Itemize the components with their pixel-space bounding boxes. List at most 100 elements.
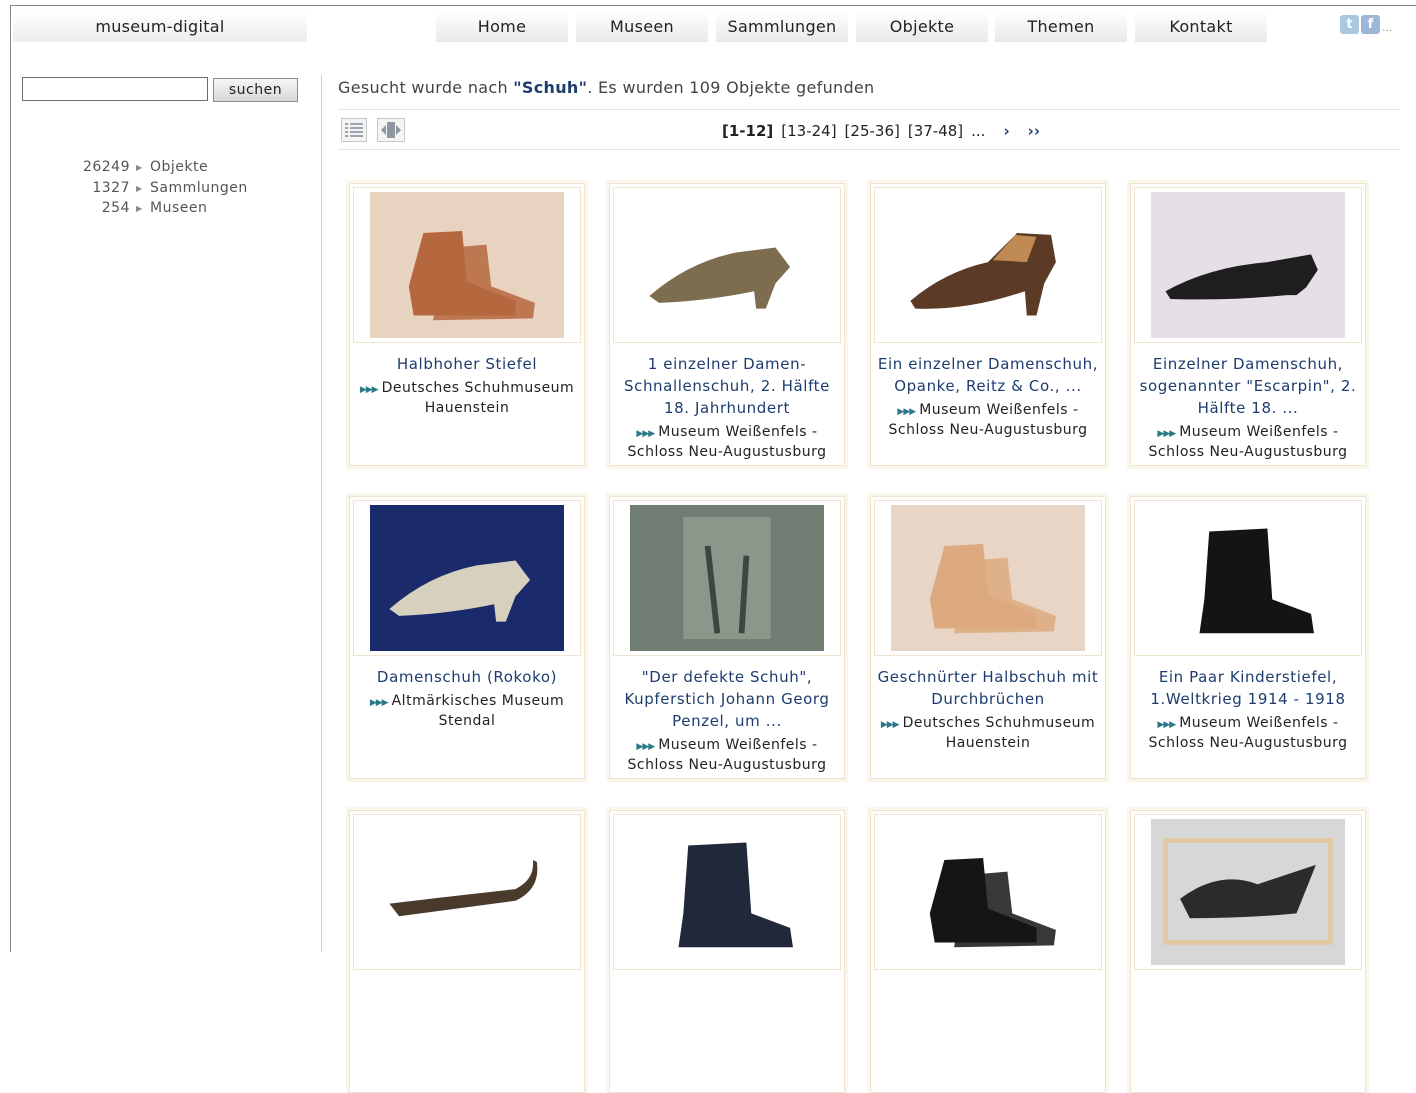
triple-arrow-icon: ▶▶▶ [636,429,655,439]
object-museum-link[interactable]: ▶▶▶ Museum Weißenfels - Schloss Neu-Augus… [616,736,838,774]
object-thumbnail[interactable] [874,500,1102,656]
object-title-link[interactable]: 1 einzelner Damen-Schnallenschuh, 2. Häl… [614,353,840,419]
object-museum-link[interactable]: ▶▶▶ Museum Weißenfels - Schloss Neu-Augus… [1137,714,1359,752]
facebook-icon[interactable]: f [1361,15,1380,34]
object-photo [370,505,564,651]
object-photo [891,819,1085,965]
object-title-link[interactable]: "Der defekte Schuh", Kupferstich Johann … [614,666,840,732]
museum-name: Museum Weißenfels - Schloss Neu-Augustus… [1148,715,1348,751]
object-photo [370,192,564,338]
object-museum-link[interactable]: ▶▶▶ Deutsches Schuhmuseum Hauenstein [356,379,578,417]
object-thumbnail[interactable] [353,814,581,970]
separator [338,149,1400,150]
nav-themen[interactable]: Themen [995,12,1127,42]
result-prefix: Gesucht wurde nach [338,78,514,97]
object-photo [630,192,824,338]
object-thumbnail[interactable] [1134,187,1362,343]
object-museum-link[interactable]: ▶▶▶ Altmärkisches Museum Stendal [356,692,578,730]
triple-arrow-icon: ▶▶▶ [897,407,916,417]
nav-kontakt[interactable]: Kontakt [1135,12,1267,42]
nav-museen[interactable]: Museen [576,12,708,42]
stat-link-museen[interactable]: Museen [150,200,207,216]
object-thumbnail[interactable] [874,814,1102,970]
object-photo [1151,505,1345,651]
object-museum-link[interactable]: ▶▶▶ Museum Weißenfels - Schloss Neu-Augus… [616,423,838,461]
triangle-right-icon: ▶ [136,184,143,193]
triple-arrow-icon: ▶▶▶ [369,698,389,708]
twitter-icon[interactable]: t [1340,15,1359,34]
triple-arrow-icon: ▶▶▶ [880,720,900,730]
object-title-link[interactable]: Ein einzelner Damenschuh, Opanke, Reitz … [875,353,1101,397]
triangle-right-icon: ▶ [136,163,143,172]
object-card[interactable]: "Der defekte Schuh", Kupferstich Johann … [609,496,845,779]
museum-name: Museum Weißenfels - Schloss Neu-Augustus… [627,424,827,460]
result-summary: Gesucht wurde nach "Schuh". Es wurden 10… [338,78,875,97]
museum-name: Deutsches Schuhmuseum Hauenstein [381,380,575,416]
museum-name: Museum Weißenfels - Schloss Neu-Augustus… [627,737,827,773]
object-thumbnail[interactable] [353,187,581,343]
page-link-4[interactable]: [37-48] [908,122,963,140]
search-input[interactable] [22,77,208,101]
object-title-link[interactable]: Geschnürter Halbschuh mit Durchbrüchen [875,666,1101,710]
object-thumbnail[interactable] [1134,814,1362,970]
object-museum-link[interactable]: ▶▶▶ Museum Weißenfels - Schloss Neu-Augus… [877,401,1099,439]
object-thumbnail[interactable] [613,500,841,656]
object-photo [630,505,824,651]
triple-arrow-icon: ▶▶▶ [359,385,379,395]
triple-arrow-icon: ▶▶▶ [1157,720,1176,730]
next-page-icon[interactable]: › [1003,122,1009,140]
object-title-link[interactable]: Damenschuh (Rokoko) [354,666,580,688]
object-thumbnail[interactable] [874,187,1102,343]
object-title-link[interactable]: Halbhoher Stiefel [354,353,580,375]
object-card[interactable]: Geschnürter Halbschuh mit Durchbrüchen ▶▶… [870,496,1106,779]
stat-link-sammlungen[interactable]: Sammlungen [150,180,248,196]
object-thumbnail[interactable] [613,814,841,970]
search-button[interactable]: suchen [213,78,298,102]
stat-link-objekte[interactable]: Objekte [150,159,208,175]
social-links: t f ... [1340,15,1393,34]
nav-objekte[interactable]: Objekte [856,12,988,42]
object-card[interactable]: Damenschuh (Rokoko) ▶▶▶ Altmärkisches Muse… [349,496,585,779]
object-card[interactable]: Halbhoher Stiefel ▶▶▶ Deutsches Schuhmuseu… [349,183,585,466]
nav-sammlungen[interactable]: Sammlungen [716,12,848,42]
object-card[interactable]: 1 einzelner Damen-Schnallenschuh, 2. Häl… [609,183,845,466]
museum-name: Altmärkisches Museum Stendal [391,693,565,729]
triple-arrow-icon: ▶▶▶ [1157,429,1176,439]
page-link-2[interactable]: [13-24] [781,122,836,140]
object-title-link[interactable]: Einzelner Damenschuh, sogenannter "Escar… [1135,353,1361,419]
page-link-3[interactable]: [25-36] [845,122,900,140]
object-card[interactable]: Ein Paar Kinderstiefel, 1.Weltkrieg 1914… [1130,496,1366,779]
more-share-icon[interactable]: ... [1382,22,1393,34]
stat-objekte: 26249 ▶ Objekte [60,159,260,179]
stat-count: 26249 [82,159,130,175]
object-photo [1151,192,1345,338]
page-frame-left [10,5,11,952]
last-page-icon[interactable]: ›› [1028,122,1040,140]
sidebar-divider [321,75,322,952]
object-card[interactable]: Einzelner Damenschuh, sogenannter "Escar… [1130,183,1366,466]
museum-name: Museum Weißenfels - Schloss Neu-Augustus… [888,402,1088,438]
stat-sammlungen: 1327 ▶ Sammlungen [60,180,260,200]
triangle-right-icon: ▶ [136,204,143,213]
list-view-icon[interactable] [341,118,367,142]
page-frame-top [10,5,1416,6]
object-museum-link[interactable]: ▶▶▶ Deutsches Schuhmuseum Hauenstein [877,714,1099,752]
site-logo-text[interactable]: museum-digital [13,12,307,42]
object-card[interactable]: Ein einzelner Damenschuh, Opanke, Reitz … [870,183,1106,466]
object-thumbnail[interactable] [1134,500,1362,656]
object-thumbnail[interactable] [613,187,841,343]
search-term: "Schuh" [513,78,588,97]
object-title-link[interactable]: Ein Paar Kinderstiefel, 1.Weltkrieg 1914… [1135,666,1361,710]
page-link-1[interactable]: [1-12] [722,122,773,140]
separator [338,109,1400,110]
triple-arrow-icon: ▶▶▶ [636,742,655,752]
object-thumbnail[interactable] [353,500,581,656]
nav-home[interactable]: Home [436,12,568,42]
slideshow-view-icon[interactable] [377,118,405,142]
stat-count: 254 [101,200,130,216]
result-suffix: . Es wurden 109 Objekte gefunden [587,78,875,97]
object-museum-link[interactable]: ▶▶▶ Museum Weißenfels - Schloss Neu-Augus… [1137,423,1359,461]
stat-museen: 254 ▶ Museen [60,200,260,220]
object-photo [370,819,564,965]
object-photo [630,819,824,965]
